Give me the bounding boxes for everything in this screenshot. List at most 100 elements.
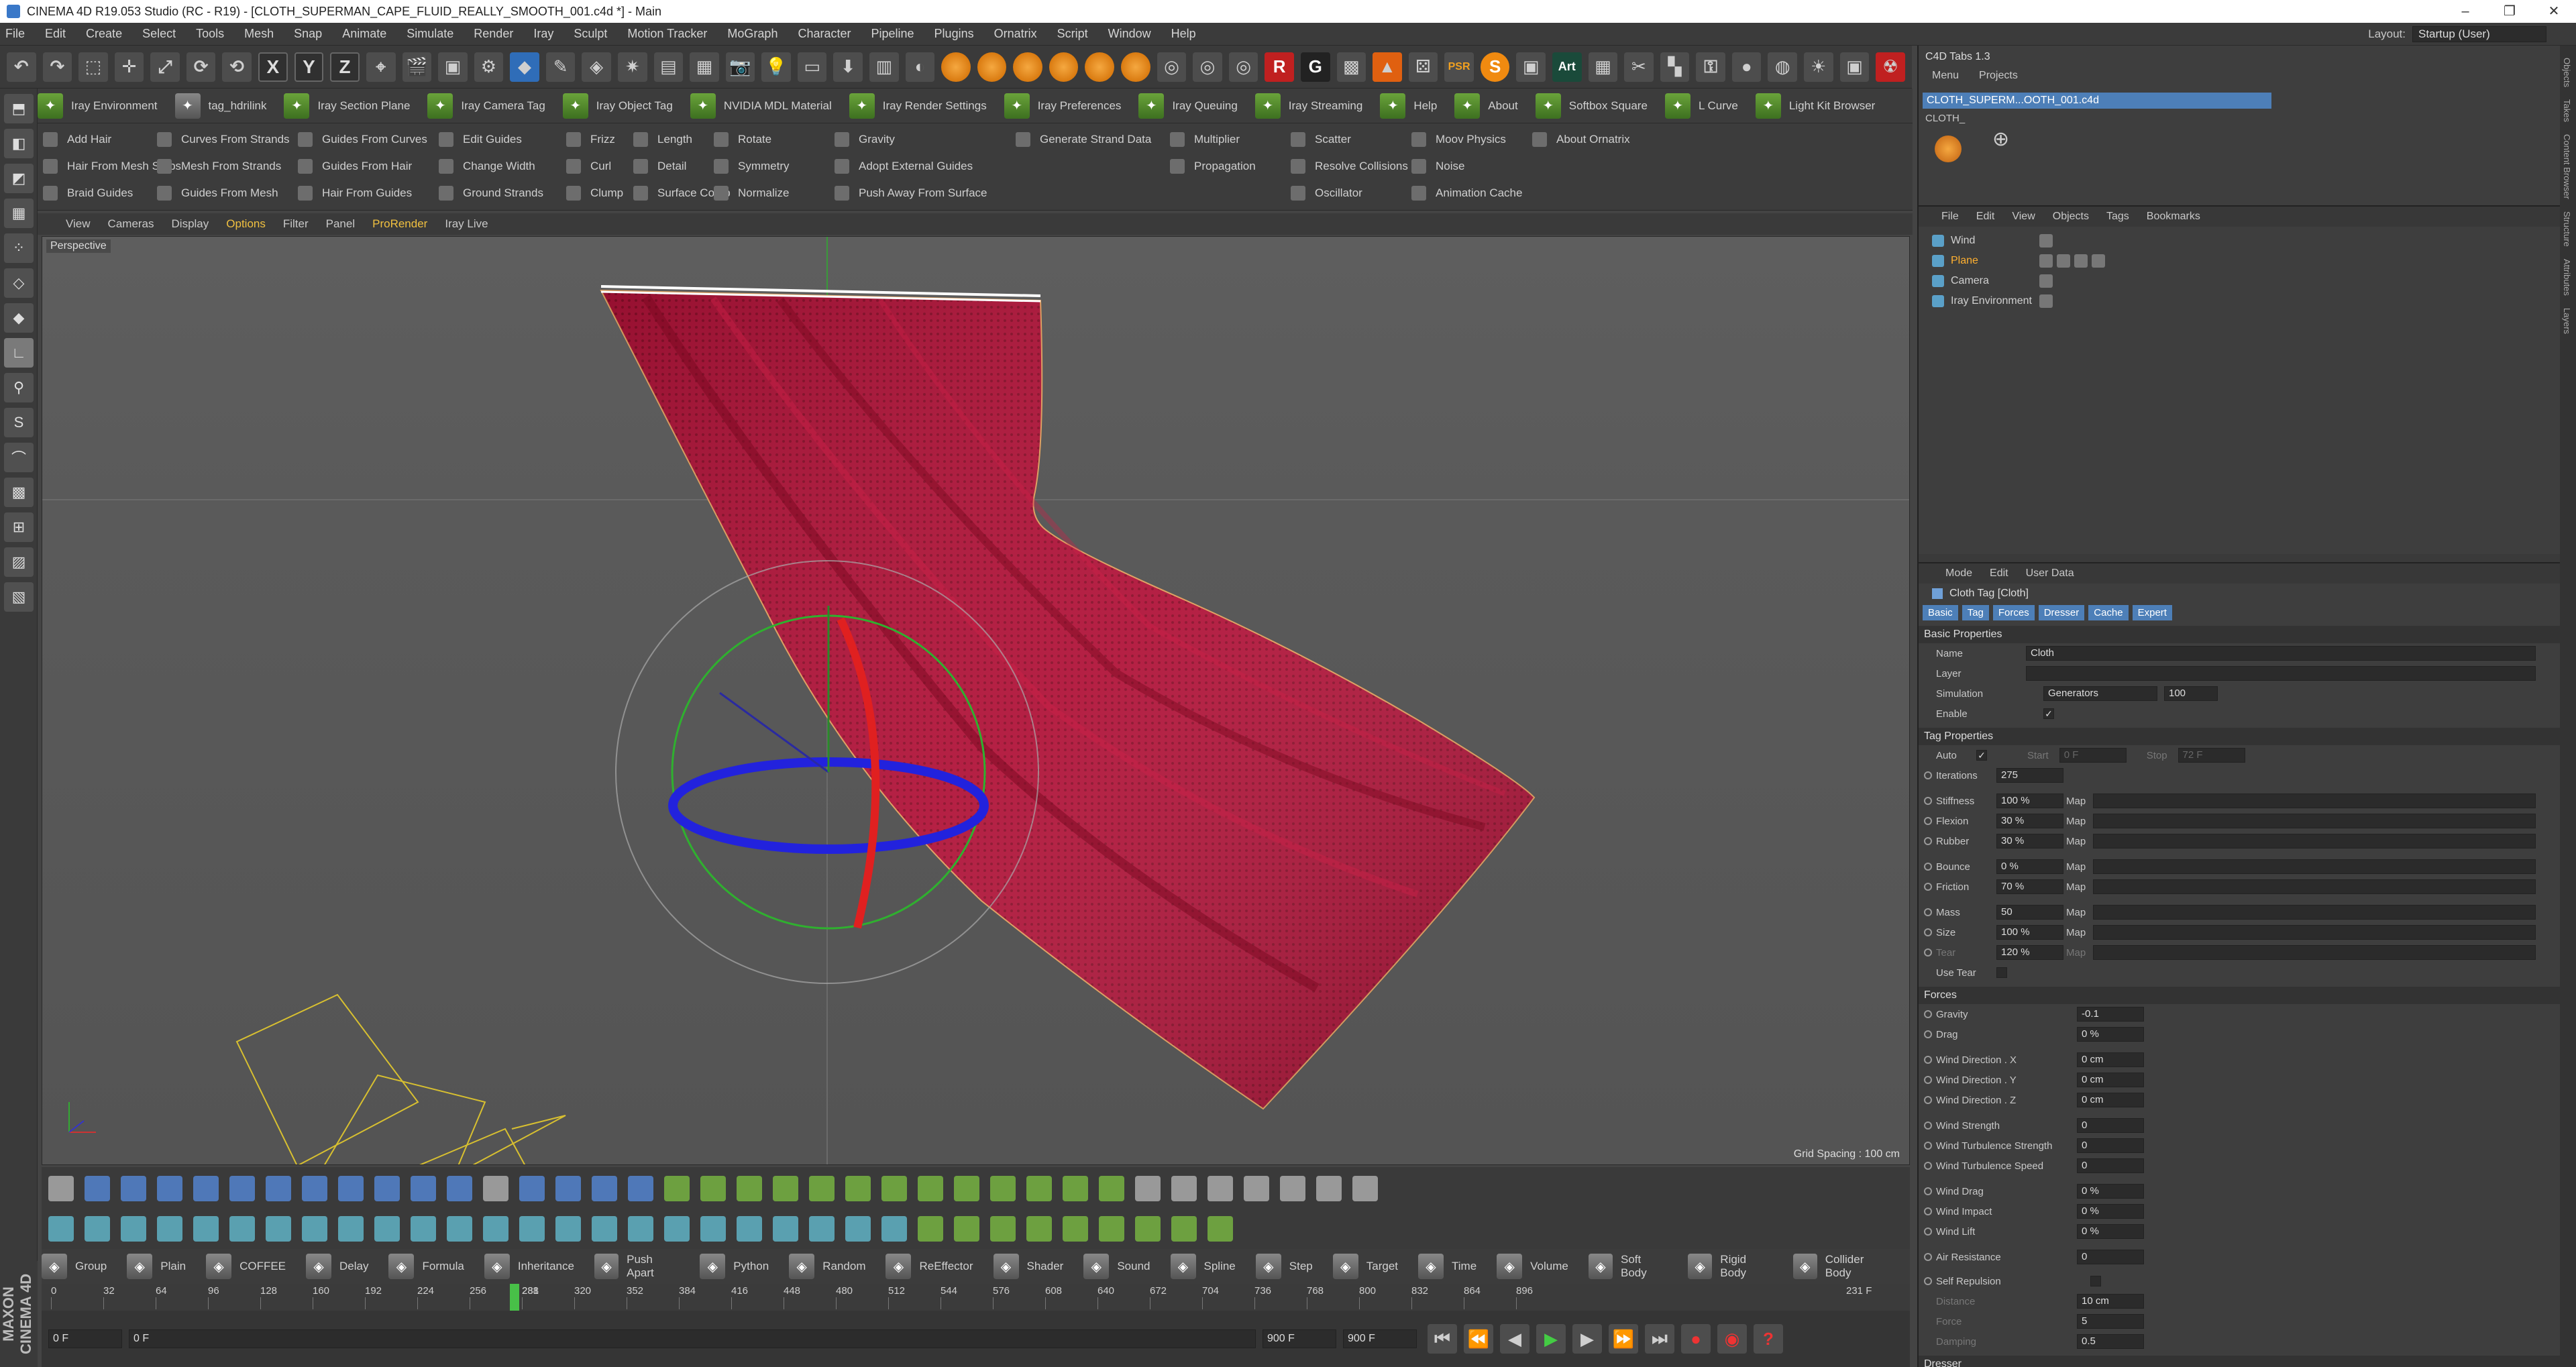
viewport-menu-view[interactable]: View <box>66 217 91 231</box>
next-key-icon[interactable]: ⏩ <box>1609 1324 1638 1354</box>
menu-motion-tracker[interactable]: Motion Tracker <box>627 27 707 41</box>
dynamics-tool-9[interactable]: ◈ ReEffector <box>885 1254 973 1279</box>
self-prop-value[interactable]: 5 <box>2077 1314 2144 1329</box>
document-tab[interactable]: CLOTH_SUPERM...OOTH_001.c4d <box>1923 93 2271 109</box>
z-axis-icon[interactable]: Z <box>330 52 360 82</box>
deformer-icon-25[interactable] <box>918 1216 943 1242</box>
torus-icon[interactable] <box>628 1176 653 1201</box>
hair-tool-button[interactable]: Mesh From Strands <box>152 153 290 180</box>
generator-icon-9[interactable] <box>954 1176 979 1201</box>
go-to-end-icon[interactable]: ⏭ <box>1645 1324 1674 1354</box>
animate-dot-icon[interactable] <box>1924 928 1932 936</box>
auto-checkbox[interactable]: ✓ <box>1976 750 1987 761</box>
object-row[interactable]: Camera <box>1919 271 2561 291</box>
menu-window[interactable]: Window <box>1108 27 1151 41</box>
animate-dot-icon[interactable] <box>1924 1122 1932 1130</box>
generator-icon-7[interactable] <box>881 1176 907 1201</box>
force-value[interactable]: 0 % <box>2077 1204 2144 1219</box>
figure-icon[interactable] <box>519 1176 545 1201</box>
generator-icon-1[interactable] <box>664 1176 690 1201</box>
hair-tool-button[interactable]: Propagation <box>1165 153 1256 180</box>
hair-tool-button[interactable]: Resolve Collisions <box>1285 153 1408 180</box>
deformer-icon-29[interactable] <box>1063 1216 1088 1242</box>
attribute-tab-expert[interactable]: Expert <box>2132 605 2172 620</box>
iray-tab-1[interactable]: ✦ tag_hdrilink <box>174 93 266 119</box>
deformer-icon-15[interactable] <box>555 1216 581 1242</box>
generator-icon-19[interactable] <box>1316 1176 1342 1201</box>
side-tab-takes[interactable]: Takes <box>2562 99 2572 122</box>
hair-tool-button[interactable]: Gravity <box>829 126 987 153</box>
globe-icon-2[interactable]: ◎ <box>1193 52 1222 82</box>
generator-icon-4[interactable] <box>773 1176 798 1201</box>
palette-icon[interactable]: ◍ <box>1768 52 1798 82</box>
sphere-orange-icon-2[interactable] <box>977 52 1007 82</box>
polygons-mode-icon[interactable]: ◆ <box>4 303 34 333</box>
start-field[interactable]: 0 F <box>2059 748 2127 763</box>
deformer-icon-20[interactable] <box>737 1216 762 1242</box>
dynamics-tool-18[interactable]: ◈ Rigid Body <box>1688 1253 1772 1280</box>
add-document-icon[interactable]: ⊕ <box>1992 127 2009 151</box>
generator-icon-16[interactable] <box>1208 1176 1233 1201</box>
hair-tool-button[interactable]: Rotate <box>708 126 790 153</box>
generator-icon-12[interactable] <box>1063 1176 1088 1201</box>
deformer-icon-21[interactable] <box>773 1216 798 1242</box>
hair-tool-button[interactable]: Push Away From Surface <box>829 180 987 207</box>
plugin-orange-icon[interactable]: ▲ <box>1373 52 1402 82</box>
moon-icon[interactable]: ◐ <box>905 52 935 82</box>
deformer-icon[interactable]: ▤ <box>653 52 684 82</box>
menu-edit[interactable]: Edit <box>45 27 66 41</box>
render-settings-icon[interactable]: ⚙ <box>474 52 504 82</box>
plugin-box-icon[interactable]: ▩ <box>1336 52 1366 82</box>
floor-icon[interactable]: ▭ <box>797 52 827 82</box>
property-value[interactable]: 120 % <box>1996 945 2063 960</box>
go-to-start-icon[interactable]: ⏮ <box>1428 1324 1457 1354</box>
max-frame-field[interactable]: 900 F <box>1343 1329 1417 1348</box>
deformer-icon-22[interactable] <box>809 1216 835 1242</box>
dynamics-tool-7[interactable]: ◈ Python <box>700 1254 769 1279</box>
make-editable-icon[interactable]: ⬒ <box>4 94 34 123</box>
redo-icon[interactable]: ↷ <box>42 52 72 82</box>
record-icon[interactable]: ● <box>1681 1324 1711 1354</box>
array-icon[interactable]: ✷ <box>617 52 647 82</box>
axis-mode-icon[interactable]: ∟ <box>4 338 34 368</box>
generator-icon-8[interactable] <box>918 1176 943 1201</box>
iray-tab-10[interactable]: ✦ Help <box>1380 93 1437 119</box>
play-icon[interactable]: ▶ <box>1536 1324 1566 1354</box>
disc-primitive-icon[interactable] <box>193 1176 219 1201</box>
hair-tool-button[interactable]: Change Width <box>433 153 543 180</box>
object-menu-view[interactable]: View <box>2012 211 2035 223</box>
timeline[interactable]: 0 32 64 96 128 160 192 224 256 288 320 352 384 416 448… <box>42 1284 1910 1311</box>
workplane-icon[interactable]: ▦ <box>4 199 34 228</box>
iray-tab-7[interactable]: ✦ Iray Preferences <box>1004 93 1121 119</box>
animate-dot-icon[interactable] <box>1924 1142 1932 1150</box>
dynamics-tool-16[interactable]: ◈ Volume <box>1497 1254 1568 1279</box>
move-icon[interactable]: ✛ <box>114 52 144 82</box>
close-icon[interactable]: ✕ <box>2532 0 2576 23</box>
property-value[interactable]: 100 % <box>1996 925 2063 940</box>
sun-icon[interactable]: ☀ <box>1804 52 1833 82</box>
tag-icon[interactable] <box>2092 254 2105 268</box>
iray-tab-12[interactable]: ✦ Softbox Square <box>1535 93 1648 119</box>
c4d-tabs-projects[interactable]: Projects <box>1979 70 2018 82</box>
property-value[interactable]: 100 % <box>1996 794 2063 808</box>
polygon-primitive-icon[interactable] <box>266 1176 291 1201</box>
iray-tab-5[interactable]: ✦ NVIDIA MDL Material <box>690 93 832 119</box>
iray-tab-14[interactable]: ✦ Light Kit Browser <box>1755 93 1875 119</box>
viewport[interactable]: Perspective Grid Spacing: 100 cm <box>42 236 1910 1165</box>
attribute-menu-user-data[interactable]: User Data <box>2026 567 2074 580</box>
viewport-menu-prorender[interactable]: ProRender <box>372 217 427 231</box>
property-value[interactable]: 70 % <box>1996 879 2063 894</box>
pyramid-primitive-icon[interactable] <box>447 1176 472 1201</box>
deformer-icon-32[interactable] <box>1171 1216 1197 1242</box>
force-value[interactable]: 0 % <box>2077 1184 2144 1199</box>
animate-dot-icon[interactable] <box>1924 1076 1932 1084</box>
texture-mode-icon[interactable]: ◩ <box>4 164 34 193</box>
map-field[interactable] <box>2093 945 2536 960</box>
deformer-icon-19[interactable] <box>700 1216 726 1242</box>
animate-dot-icon[interactable] <box>1924 1207 1932 1215</box>
restore-icon[interactable]: ❐ <box>2487 0 2532 23</box>
viewport-menu-panel[interactable]: Panel <box>326 217 355 231</box>
side-tab-objects[interactable]: Objects <box>2562 58 2572 87</box>
use-tear-checkbox[interactable] <box>1996 967 2007 978</box>
hair-tool-button[interactable]: Guides From Curves <box>292 126 427 153</box>
